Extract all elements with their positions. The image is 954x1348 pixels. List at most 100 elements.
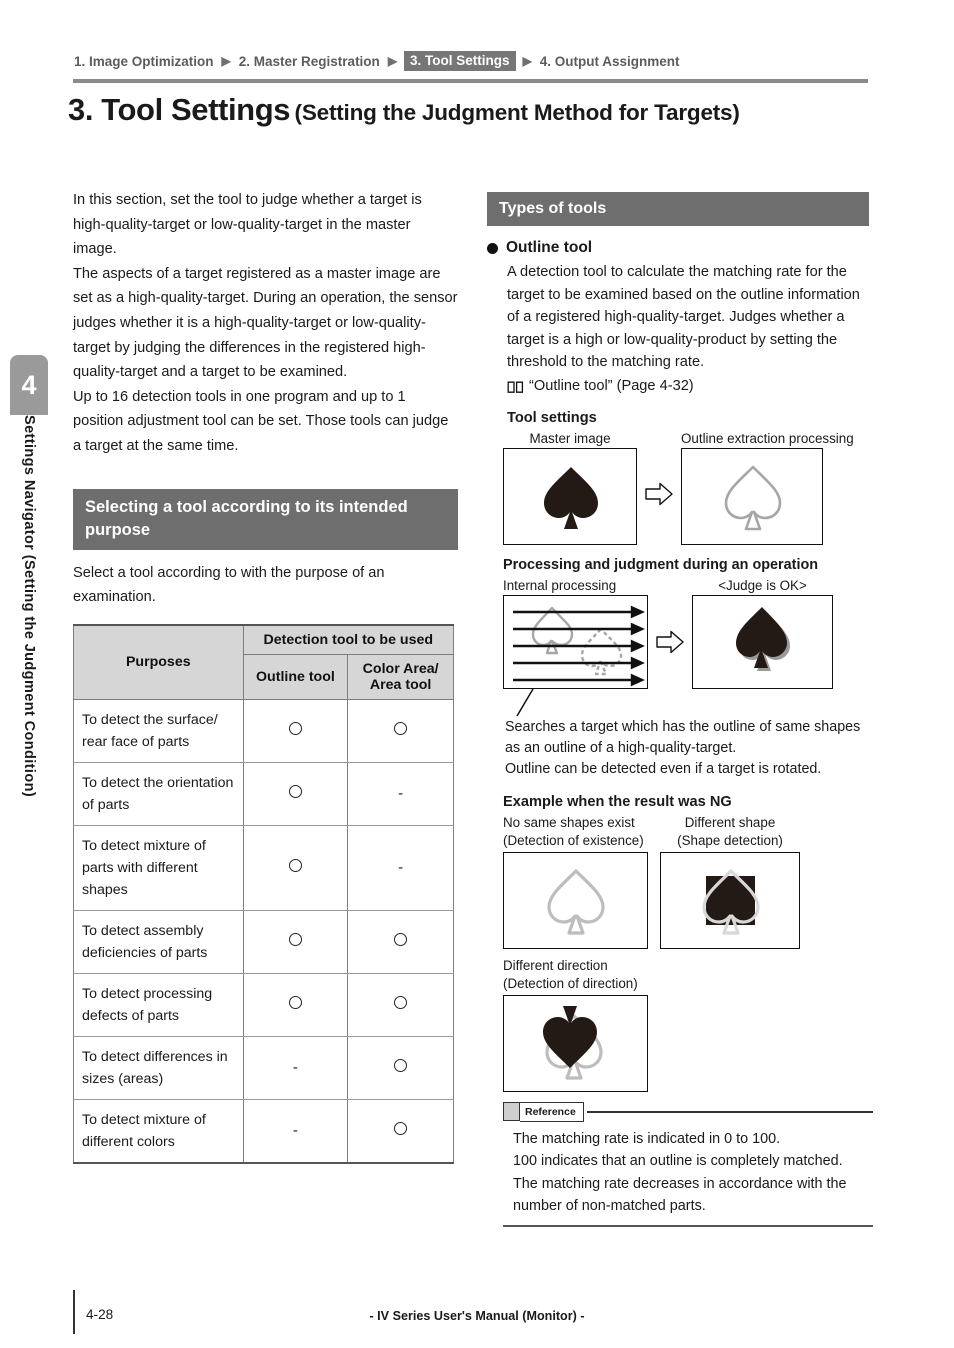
ng-2-title: Different shape xyxy=(684,814,776,830)
operation-note-line-2: Outline can be detected even if a target… xyxy=(505,760,822,777)
gray-outline-spade-icon xyxy=(547,869,605,935)
breadcrumb-item-1[interactable]: 1. Image Optimization xyxy=(73,54,215,69)
table-row: To detect the surface/ rear face of part… xyxy=(73,699,454,763)
color-area-tool-cell-4 xyxy=(347,910,454,974)
color-area-tool-cell-3: - xyxy=(347,825,454,911)
reference-text: The matching rate is indicated in 0 to 1… xyxy=(503,1122,873,1225)
reference-text-line-1: The matching rate is indicated in 0 to 1… xyxy=(513,1130,781,1147)
black-spade-shadow-icon xyxy=(736,606,790,671)
ng-example-different-shape: Different shape (Shape detection) xyxy=(660,814,800,949)
inverted-black-spade-over-outline-icon xyxy=(543,1005,603,1080)
block-arrow-right-icon xyxy=(645,483,673,506)
block-arrow-right-icon xyxy=(656,630,684,654)
ng-example-no-same-shapes: No same shapes exist (Detection of exist… xyxy=(503,814,648,949)
outline-tool-label: Outline tool xyxy=(506,239,593,256)
table-head-row-1: Purposes Detection tool to be used xyxy=(73,623,455,700)
operation-note-line-1: Searches a target which has the outline … xyxy=(505,718,861,756)
page-title: 3. Tool Settings (Setting the Judgment M… xyxy=(68,92,888,128)
internal-processing-box xyxy=(503,594,648,689)
judge-ok-box xyxy=(692,594,833,689)
ng-examples-heading: Example when the result was NG xyxy=(503,793,732,810)
reference-text-line-2: 100 indicates that an outline is complet… xyxy=(513,1153,843,1170)
ng-2-box xyxy=(660,851,800,949)
intro-para-line-2: The aspects of a target registered as a … xyxy=(73,265,458,381)
section-heading-types-of-tools: Types of tools xyxy=(487,192,869,226)
ng-3-subtitle: (Detection of direction) xyxy=(503,975,638,991)
table-head: Purposes Detection tool to be used Outli… xyxy=(73,623,455,700)
outline-tool-bullet: Outline tool xyxy=(487,239,869,257)
reference-text-line-3: The matching rate decreases in accordanc… xyxy=(513,1175,847,1215)
purpose-cell-4: To detect assembly deficiencies of parts xyxy=(73,910,244,974)
triangle-right-icon: ▶ xyxy=(221,54,231,68)
breadcrumb-item-3[interactable]: 3. Tool Settings xyxy=(404,51,516,71)
outline-extraction-caption: Outline extraction processing xyxy=(681,430,854,446)
open-book-icon xyxy=(507,379,524,402)
scan-lines-and-spades-icon xyxy=(513,605,645,687)
color-area-tool-cell-2: - xyxy=(347,762,454,826)
master-image-caption: Master image xyxy=(529,430,611,446)
triangle-right-icon: ▶ xyxy=(387,54,398,68)
tool-settings-figure: Master image Outline extraction processi… xyxy=(503,430,869,545)
outline-tool-xref-text: “Outline tool” (Page 4-32) xyxy=(529,377,694,394)
circle-mark-icon xyxy=(288,721,302,735)
th-color-line-2: Area tool xyxy=(369,676,432,693)
color-area-tool-cell-1 xyxy=(347,699,454,763)
table-row: To detect assembly deficiencies of parts xyxy=(73,910,454,974)
reference-header: Reference xyxy=(503,1101,873,1122)
th-outline-tool: Outline tool xyxy=(242,654,349,700)
circle-mark-icon xyxy=(394,721,408,735)
circle-mark-icon xyxy=(394,995,408,1009)
bullet-dot-icon xyxy=(487,242,498,254)
purpose-cell-1: To detect the surface/ rear face of part… xyxy=(73,699,244,763)
outline-tool-cell-2 xyxy=(242,762,349,826)
judge-ok-caption: <Judge is OK> xyxy=(718,577,807,593)
footer-manual-title: - IV Series User's Manual (Monitor) - xyxy=(369,1309,585,1323)
breadcrumb-item-4[interactable]: 4. Output Assignment xyxy=(539,54,681,69)
leader-line-icon xyxy=(516,688,534,717)
breadcrumb-item-2[interactable]: 2. Master Registration xyxy=(238,54,381,69)
outline-tool-cell-1 xyxy=(242,699,349,763)
intro-para-line-1: In this section, set the tool to judge w… xyxy=(73,192,422,258)
table-row: To detect differences in sizes (areas) - xyxy=(73,1036,454,1100)
ng-3-box xyxy=(503,994,648,1092)
outline-tool-cell-3 xyxy=(242,825,349,911)
table-row: To detect processing defects of parts xyxy=(73,973,454,1037)
chapter-tab: 4 xyxy=(10,355,48,415)
circle-mark-icon xyxy=(288,932,302,946)
master-image-box xyxy=(503,447,637,545)
black-spade-icon xyxy=(544,466,598,529)
ng-1-title: No same shapes exist xyxy=(503,814,635,830)
ng-3-title: Different direction xyxy=(503,957,608,973)
outline-tool-cell-6: - xyxy=(242,1036,349,1100)
table-row: To detect mixture of different colors - xyxy=(73,1099,454,1164)
arrow-gap-1 xyxy=(637,467,681,507)
color-area-tool-cell-6 xyxy=(347,1036,454,1100)
chapter-title-vertical: Settings Navigator (Setting the Judgment… xyxy=(10,415,48,885)
color-area-tool-cell-7 xyxy=(347,1099,454,1164)
intro-para-line-3: Up to 16 detection tools in one program … xyxy=(73,388,449,454)
table-body: To detect the surface/ rear face of part… xyxy=(73,699,454,1164)
outline-tool-body: A detection tool to calculate the matchi… xyxy=(487,261,873,1227)
table-row: To detect the orientation of parts - xyxy=(73,762,454,826)
table-row: To detect mixture of parts with differen… xyxy=(73,825,454,911)
outline-tool-description: A detection tool to calculate the matchi… xyxy=(507,264,860,371)
reference-label: Reference xyxy=(525,1105,576,1118)
internal-processing-figure: Internal processing xyxy=(503,577,648,719)
triangle-right-icon: ▶ xyxy=(522,54,532,68)
purpose-cell-6: To detect differences in sizes (areas) xyxy=(73,1036,244,1100)
outline-extraction-box xyxy=(681,447,823,545)
outline-tool-cell-4 xyxy=(242,910,349,974)
ng-1-box xyxy=(503,851,648,949)
outline-tool-xref[interactable]: “Outline tool” (Page 4-32) xyxy=(507,375,869,402)
section-intro-text: Select a tool according to with the purp… xyxy=(73,564,385,606)
outline-tool-cell-5 xyxy=(242,973,349,1037)
circle-mark-icon xyxy=(394,1058,408,1072)
manual-page: 4 Settings Navigator (Setting the Judgme… xyxy=(0,0,954,1348)
right-column: Types of tools Outline tool A detection … xyxy=(487,192,873,1227)
section-heading-selecting-tool: Selecting a tool according to its intend… xyxy=(73,488,458,550)
chapter-title-text: Settings Navigator (Setting the Judgment… xyxy=(21,415,37,798)
gray-outline-spade-icon xyxy=(724,465,782,531)
internal-processing-caption: Internal processing xyxy=(503,577,617,593)
circle-mark-icon xyxy=(288,784,302,798)
breadcrumb-rule xyxy=(73,79,868,83)
